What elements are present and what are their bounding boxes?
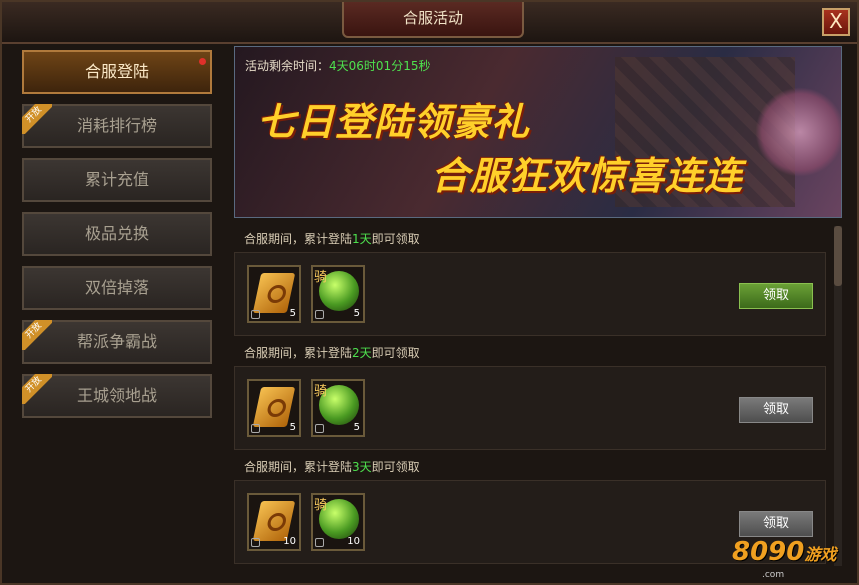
- lock-icon: [315, 424, 324, 433]
- item-count: 5: [353, 308, 360, 319]
- item-count: 5: [289, 422, 296, 433]
- sidebar-item-label: 双倍掉落: [84, 278, 149, 297]
- item-count: 5: [353, 422, 360, 433]
- site-watermark-url: .com: [762, 570, 785, 580]
- event-banner: 活动剩余时间：4天06时01分15秒 七日登陆领豪礼 合服狂欢惊喜连连: [234, 46, 842, 218]
- scroll-icon: [252, 273, 296, 313]
- reward-item-slot[interactable]: 骑 5: [311, 379, 365, 437]
- close-button[interactable]: X: [822, 8, 850, 36]
- sidebar-item-label: 王城领地战: [76, 386, 157, 405]
- reward-requirement: 合服期间，累计登陆1天即可领取: [244, 232, 420, 246]
- title-bar: 合服活动 X: [2, 2, 857, 44]
- sidebar-item-royal-city-war[interactable]: 开放 王城领地战: [22, 374, 212, 418]
- scrollbar[interactable]: [834, 226, 842, 566]
- sidebar-item-label: 合服登陆: [84, 62, 149, 81]
- reward-row: 5 骑 5 领取: [234, 366, 826, 450]
- reward-item-slot[interactable]: 5: [247, 265, 301, 323]
- sidebar: 合服登陆 开放 消耗排行榜 累计充值 极品兑换 双倍掉落 开放 帮派争霸战 开放…: [14, 46, 224, 566]
- lock-icon: [251, 424, 260, 433]
- sidebar-item-cumulative-recharge[interactable]: 累计充值: [22, 158, 212, 202]
- sidebar-item-label: 极品兑换: [84, 224, 149, 243]
- mount-tag: 骑: [314, 270, 328, 285]
- banner-blossom-art: [755, 87, 841, 177]
- reward-item-slot[interactable]: 10: [247, 493, 301, 551]
- main-panel: 活动剩余时间：4天06时01分15秒 七日登陆领豪礼 合服狂欢惊喜连连 合服期间…: [234, 46, 844, 576]
- reward-requirement: 合服期间，累计登陆3天即可领取: [244, 460, 420, 474]
- open-badge: 开放: [22, 320, 52, 350]
- claim-button[interactable]: 领取: [739, 283, 813, 309]
- banner-slogan-1: 七日登陆领豪礼: [257, 100, 531, 144]
- claim-button[interactable]: 领取: [739, 397, 813, 423]
- site-watermark-logo: 8090游戏: [732, 537, 837, 567]
- sidebar-item-rare-exchange[interactable]: 极品兑换: [22, 212, 212, 256]
- mount-tag: 骑: [314, 384, 328, 399]
- item-count: 10: [347, 536, 360, 547]
- activity-window: 合服活动 X 合服登陆 开放 消耗排行榜 累计充值 极品兑换 双倍掉落 开放 帮…: [0, 0, 859, 585]
- lock-icon: [251, 538, 260, 547]
- open-badge: 开放: [22, 374, 52, 404]
- lock-icon: [251, 310, 260, 319]
- reward-requirement: 合服期间，累计登陆2天即可领取: [244, 346, 420, 360]
- lock-icon: [315, 310, 324, 319]
- sidebar-item-guild-war[interactable]: 开放 帮派争霸战: [22, 320, 212, 364]
- claim-button[interactable]: 领取: [739, 511, 813, 537]
- open-badge: 开放: [22, 104, 52, 134]
- item-count: 5: [289, 308, 296, 319]
- sidebar-item-label: 累计充值: [84, 170, 149, 189]
- sidebar-item-server-merge-login[interactable]: 合服登陆: [22, 50, 212, 94]
- item-count: 10: [283, 536, 296, 547]
- lock-icon: [315, 538, 324, 547]
- countdown-value: 4天06时01分15秒: [329, 59, 431, 73]
- scroll-icon: [252, 501, 296, 541]
- notification-dot: [199, 58, 206, 65]
- scroll-icon: [252, 387, 296, 427]
- sidebar-item-label: 帮派争霸战: [76, 332, 157, 351]
- sidebar-item-label: 消耗排行榜: [76, 116, 157, 135]
- reward-row: 5 骑 5 领取: [234, 252, 826, 336]
- banner-slogan-2: 合服狂欢惊喜连连: [431, 154, 744, 198]
- countdown-timer: 活动剩余时间：4天06时01分15秒: [245, 59, 431, 73]
- scrollbar-thumb[interactable]: [834, 226, 842, 286]
- reward-item-slot[interactable]: 骑 10: [311, 493, 365, 551]
- mount-tag: 骑: [314, 498, 328, 513]
- sidebar-item-double-drop[interactable]: 双倍掉落: [22, 266, 212, 310]
- reward-item-slot[interactable]: 骑 5: [311, 265, 365, 323]
- reward-item-slot[interactable]: 5: [247, 379, 301, 437]
- sidebar-item-consumption-ranking[interactable]: 开放 消耗排行榜: [22, 104, 212, 148]
- window-title: 合服活动: [342, 2, 524, 38]
